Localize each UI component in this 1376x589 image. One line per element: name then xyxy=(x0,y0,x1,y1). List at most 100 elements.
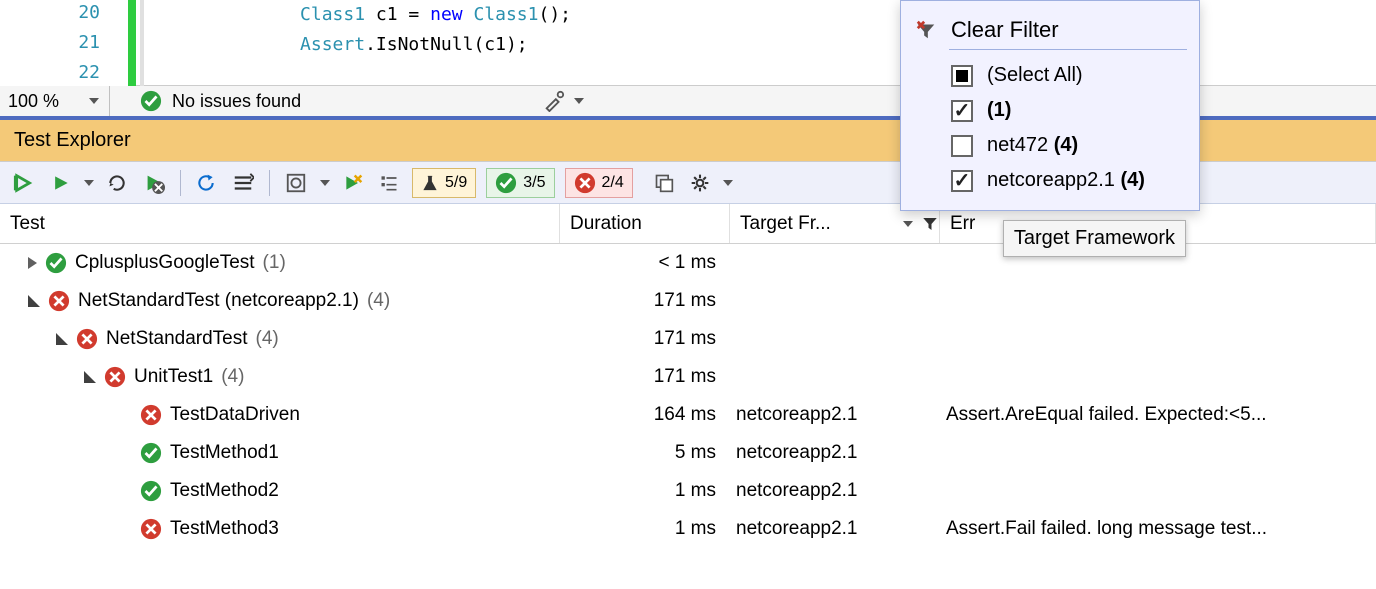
test-tree[interactable]: CplusplusGoogleTest (1) < 1 ms NetStandard… xyxy=(0,244,1376,548)
filter-option-label: (Select All) xyxy=(987,64,1083,87)
counter-text: 2/4 xyxy=(602,174,624,192)
duration-cell: 171 ms xyxy=(560,328,730,350)
group-by-button[interactable] xyxy=(376,169,402,197)
filter-icon[interactable] xyxy=(921,215,939,233)
col-label: Duration xyxy=(570,213,642,235)
run-all-button[interactable] xyxy=(10,169,38,197)
duration-cell: < 1 ms xyxy=(560,252,730,274)
test-name: CplusplusGoogleTest xyxy=(75,252,255,274)
filter-option-label: (1) xyxy=(987,99,1011,122)
checkbox-icon: ✓ xyxy=(951,100,973,122)
change-indicator xyxy=(128,0,136,86)
chevron-down-icon[interactable] xyxy=(84,180,94,186)
duration-cell: 5 ms xyxy=(560,442,730,464)
clear-filter-label: Clear Filter xyxy=(951,17,1059,43)
test-row[interactable]: NetStandardTest (netcoreapp2.1) (4) 171 m… xyxy=(0,282,1376,320)
collapse-icon[interactable] xyxy=(28,295,40,307)
chevron-down-icon[interactable] xyxy=(723,180,733,186)
brush-icon[interactable] xyxy=(540,87,568,115)
x-circle-icon xyxy=(76,328,98,350)
refresh-button[interactable] xyxy=(193,169,219,197)
col-label: Test xyxy=(10,213,45,235)
x-circle-icon xyxy=(140,404,162,426)
filter-popup: Clear Filter (Select All) ✓ (1) net472 (4)… xyxy=(900,0,1200,211)
counter-text: 5/9 xyxy=(445,174,467,192)
duration-cell: 171 ms xyxy=(560,290,730,312)
col-duration-header[interactable]: Duration xyxy=(560,204,730,243)
test-name: NetStandardTest (netcoreapp2.1) xyxy=(78,290,359,312)
filter-option[interactable]: ✓ netcoreapp2.1 (4) xyxy=(949,163,1187,198)
outline-bar xyxy=(140,0,144,86)
test-row[interactable]: TestMethod21 msnetcoreapp2.1 xyxy=(0,472,1376,510)
run-after-build-button[interactable] xyxy=(340,169,366,197)
line-gutter: 20 21 22 xyxy=(0,0,130,86)
separator xyxy=(180,170,181,196)
chevron-down-icon[interactable] xyxy=(903,221,913,227)
code-token: new xyxy=(430,4,463,25)
issues-text: No issues found xyxy=(172,91,301,112)
col-label: Err xyxy=(950,213,975,235)
repeat-button[interactable] xyxy=(104,169,130,197)
filter-option[interactable]: ✓ (1) xyxy=(949,93,1187,128)
zoom-dropdown[interactable]: 100 % xyxy=(0,86,110,116)
test-name: UnitTest1 xyxy=(134,366,213,388)
target-cell: netcoreapp2.1 xyxy=(730,518,940,540)
clear-filter-icon xyxy=(915,19,937,41)
filter-option-label: netcoreapp2.1 (4) xyxy=(987,169,1145,192)
chevron-down-icon[interactable] xyxy=(320,180,330,186)
playlist-button[interactable] xyxy=(229,169,257,197)
test-row[interactable]: UnitTest1 (4)171 ms xyxy=(0,358,1376,396)
chevron-down-icon[interactable] xyxy=(574,98,584,104)
flask-icon xyxy=(421,173,439,193)
collapse-icon[interactable] xyxy=(56,333,68,345)
test-row[interactable]: TestDataDriven164 msnetcoreapp2.1Assert.… xyxy=(0,396,1376,434)
check-circle-icon xyxy=(495,172,517,194)
test-name: TestMethod2 xyxy=(170,480,279,502)
check-circle-icon xyxy=(140,442,162,464)
clear-filter-button[interactable]: Clear Filter xyxy=(913,11,1187,49)
chevron-down-icon xyxy=(89,98,99,104)
target-cell: netcoreapp2.1 xyxy=(730,442,940,464)
checkbox-icon: ✓ xyxy=(951,170,973,192)
test-count: (4) xyxy=(221,366,244,388)
test-count: (4) xyxy=(256,328,279,350)
line-number: 22 xyxy=(0,62,100,83)
tests-total-counter[interactable]: 5/9 xyxy=(412,168,476,198)
code-body[interactable]: Class1 c1 = new Class1(); Assert.IsNotNu… xyxy=(170,0,571,60)
expand-icon[interactable] xyxy=(28,257,37,269)
col-test-header[interactable]: Test xyxy=(0,204,560,243)
test-name: TestDataDriven xyxy=(170,404,300,426)
check-circle-icon xyxy=(140,90,162,112)
collapse-icon[interactable] xyxy=(84,371,96,383)
tooltip: Target Framework xyxy=(1003,220,1186,257)
tooltip-text: Target Framework xyxy=(1014,227,1175,249)
x-circle-icon xyxy=(104,366,126,388)
filter-option-label: net472 (4) xyxy=(987,134,1078,157)
test-count: (4) xyxy=(367,290,390,312)
test-row[interactable]: TestMethod31 msnetcoreapp2.1Assert.Fail … xyxy=(0,510,1376,548)
run-button[interactable] xyxy=(48,169,74,197)
counter-text: 3/5 xyxy=(523,174,545,192)
stop-button[interactable] xyxy=(140,169,168,197)
filter-option[interactable]: (Select All) xyxy=(949,58,1187,93)
code-token: Assert xyxy=(300,34,365,55)
panel-title: Test Explorer xyxy=(14,129,131,152)
line-number: 21 xyxy=(0,32,100,53)
test-row[interactable]: NetStandardTest (4)171 ms xyxy=(0,320,1376,358)
test-name: TestMethod3 xyxy=(170,518,279,540)
checkbox-icon xyxy=(951,65,973,87)
profile-button[interactable] xyxy=(282,169,310,197)
filter-option[interactable]: net472 (4) xyxy=(949,128,1187,163)
tests-passed-counter[interactable]: 3/5 xyxy=(486,168,554,198)
col-label: Target Fr... xyxy=(740,213,831,235)
separator xyxy=(269,170,270,196)
test-row[interactable]: TestMethod1 5 msnetcoreapp2.1 xyxy=(0,434,1376,472)
tests-failed-counter[interactable]: 2/4 xyxy=(565,168,633,198)
test-count: (1) xyxy=(263,252,286,274)
duration-cell: 1 ms xyxy=(560,480,730,502)
test-name: TestMethod1 xyxy=(170,442,279,464)
duration-cell: 1 ms xyxy=(560,518,730,540)
settings-button[interactable] xyxy=(687,169,713,197)
open-log-button[interactable] xyxy=(651,169,677,197)
issues-indicator[interactable]: No issues found xyxy=(110,90,430,112)
